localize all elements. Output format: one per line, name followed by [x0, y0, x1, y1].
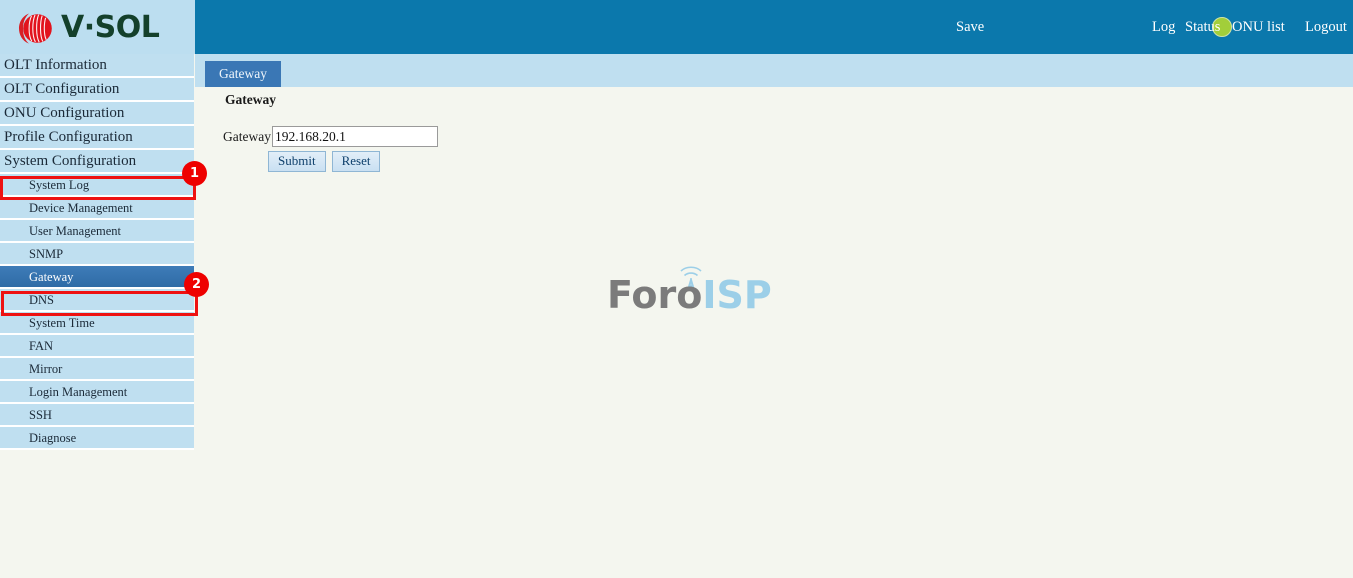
page-title: Gateway: [225, 92, 276, 107]
sidebar-item-label: Device Management: [29, 201, 133, 215]
header-links: Save Log Status ONU list Logout: [195, 0, 1353, 54]
sidebar-item-device-management[interactable]: Device Management: [0, 197, 194, 220]
top-header-bar: Save Log Status ONU list Logout: [195, 0, 1353, 54]
olt-web-management-page: V·SOL Save Log Status ONU list Logout Ga…: [0, 0, 1353, 578]
sidebar-item-olt-information[interactable]: OLT Information: [0, 54, 194, 78]
sidebar-item-label: FAN: [29, 339, 54, 353]
sidebar-item-system-time[interactable]: System Time: [0, 312, 194, 335]
gateway-form-row: Gateway: [223, 126, 438, 147]
sidebar-item-onu-configuration[interactable]: ONU Configuration: [0, 102, 194, 126]
tab-gateway[interactable]: Gateway: [205, 61, 281, 87]
sidebar-item-fan[interactable]: FAN: [0, 335, 194, 358]
sidebar-item-label: Gateway: [29, 270, 74, 284]
sidebar-item-label: Diagnose: [29, 431, 77, 445]
sidebar-item-olt-configuration[interactable]: OLT Configuration: [0, 78, 194, 102]
watermark-isp: ISP: [702, 273, 772, 317]
sidebar-item-label: SNMP: [29, 247, 64, 261]
log-link[interactable]: Log: [1152, 0, 1175, 54]
tab-bar: Gateway: [195, 54, 1353, 87]
sidebar-item-system-log[interactable]: System Log: [0, 174, 194, 197]
sidebar-item-user-management[interactable]: User Management: [0, 220, 194, 243]
sidebar-item-label: DNS: [29, 293, 55, 307]
gateway-input[interactable]: [271, 126, 438, 147]
brand-name: V·SOL: [61, 10, 160, 45]
sidebar-item-label: ONU Configuration: [4, 105, 125, 121]
sidebar-item-system-configuration[interactable]: System Configuration: [0, 150, 194, 174]
sidebar-item-label: System Log: [29, 178, 90, 192]
logout-link[interactable]: Logout: [1305, 0, 1347, 54]
sidebar-item-label: OLT Configuration: [4, 81, 120, 97]
brand-logo[interactable]: V·SOL: [17, 8, 192, 48]
watermark-foro: Foro: [607, 273, 703, 317]
gateway-field-label: Gateway: [223, 128, 271, 144]
sidebar-item-label: Login Management: [29, 385, 128, 399]
vsol-sphere-icon: [17, 10, 54, 47]
sidebar-item-label: System Time: [29, 316, 95, 330]
sidebar-item-ssh[interactable]: SSH: [0, 404, 194, 427]
reset-button[interactable]: Reset: [331, 151, 381, 172]
sidebar-item-profile-configuration[interactable]: Profile Configuration: [0, 126, 194, 150]
sidebar-item-dns[interactable]: DNS: [0, 289, 194, 312]
foroisp-watermark: ForoISP: [607, 259, 772, 319]
form-buttons: Submit Reset: [268, 151, 381, 172]
sidebar-item-diagnose[interactable]: Diagnose: [0, 427, 194, 450]
sidebar-item-label: Mirror: [29, 362, 63, 376]
sidebar-item-label: User Management: [29, 224, 121, 238]
sidebar-item-label: OLT Information: [4, 57, 107, 73]
sidebar-item-login-management[interactable]: Login Management: [0, 381, 194, 404]
watermark-text: ForoISP: [607, 273, 772, 317]
save-button[interactable]: Save: [956, 0, 984, 54]
sidebar-item-label: System Configuration: [4, 153, 137, 169]
sidebar-item-gateway[interactable]: Gateway: [0, 266, 194, 289]
logo-bar: V·SOL: [0, 0, 195, 54]
sidebar-item-label: Profile Configuration: [4, 129, 133, 145]
sidebar-item-snmp[interactable]: SNMP: [0, 243, 194, 266]
content-panel: Gateway Gateway Submit Reset: [195, 87, 1353, 578]
submit-button[interactable]: Submit: [268, 151, 326, 172]
status-link[interactable]: Status: [1185, 0, 1220, 54]
onu-list-link[interactable]: ONU list: [1232, 0, 1285, 54]
sidebar-item-label: SSH: [29, 408, 52, 422]
sidebar-item-mirror[interactable]: Mirror: [0, 358, 194, 381]
sidebar-nav: OLT Information OLT Configuration ONU Conf…: [0, 54, 195, 578]
